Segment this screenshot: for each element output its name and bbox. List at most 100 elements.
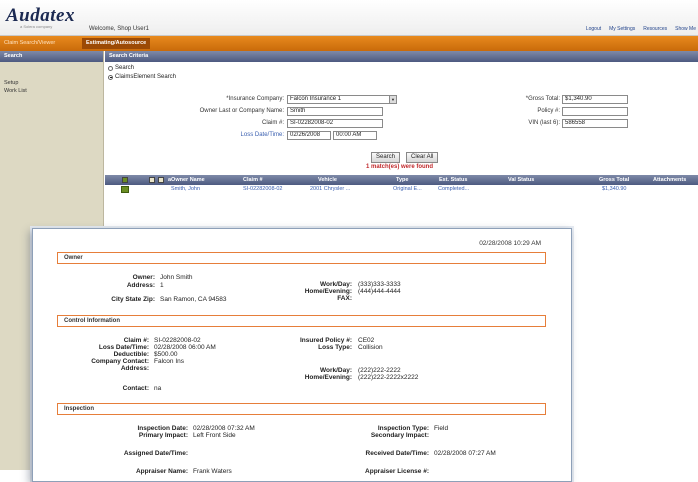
radio-search-option[interactable]: Search [108, 65, 134, 71]
insured-policy-value: CE02 [358, 337, 375, 344]
sidebar-item-setup[interactable]: Setup [0, 79, 103, 87]
control-home-label: Home/Evening: [304, 374, 352, 381]
insurance-company-value: Falcon Insurance 1 [290, 96, 342, 102]
inspection-date-label: Inspection Date: [137, 425, 188, 432]
section-owner-header: Owner [57, 252, 546, 264]
city-state-zip-value: San Ramon, CA 94583 [160, 296, 227, 303]
col-attachments[interactable]: Attachments [653, 177, 686, 183]
col-vehicle[interactable]: Vehicle [318, 177, 337, 183]
policy-number-label: Policy #: [537, 108, 560, 114]
loss-date-input[interactable]: 02/26/2008 [287, 131, 331, 140]
control-home-value: (222)222-2222x2222 [358, 374, 419, 381]
sidebar-item-search[interactable]: Search [0, 51, 103, 62]
attachment-icon [122, 177, 128, 183]
owner-address-value: 1 [160, 282, 164, 289]
col-est-status[interactable]: Est. Status [439, 177, 467, 183]
section-inspection-header: Inspection [57, 403, 546, 415]
search-button[interactable]: Search [371, 152, 401, 163]
col-owner-name[interactable]: aOwner Name [168, 177, 205, 183]
owner-name-label: Owner Last or Company Name: [199, 108, 284, 114]
tab-estimating-autosource[interactable]: Estimating/Autosource [82, 38, 151, 49]
radio-claims-element-option[interactable]: ClaimsElement Search [108, 74, 176, 80]
vin-label: VIN (last 6): [528, 120, 560, 126]
owner-work-label: Work/Day: [319, 281, 352, 288]
owner-home-value: (444)444-4444 [358, 288, 401, 295]
owner-address-label: Address: [126, 282, 155, 289]
report-datetime: 02/28/2008 10:29 AM [479, 240, 541, 247]
contact-label: Contact: [122, 385, 149, 392]
company-contact-label: Company Contact: [91, 358, 149, 365]
owner-fax-label: FAX: [337, 295, 352, 302]
control-claim-label: Claim #: [123, 337, 149, 344]
loss-date-time-label: Loss Date/Time: [240, 132, 284, 138]
main-tab-bar: Claim Search/Viewer Estimating/Autosourc… [0, 36, 698, 51]
gross-total-label: *Gross Total: [525, 96, 560, 102]
logout-link[interactable]: Logout [586, 26, 601, 32]
company-contact-value: Falcon Ins [154, 358, 184, 365]
loss-type-label: Loss Type: [318, 344, 352, 351]
row-type[interactable]: Original E... [393, 186, 422, 192]
chevron-down-icon[interactable]: ▼ [389, 96, 396, 103]
control-loss-value: 02/28/2008 06:00 AM [154, 344, 216, 351]
appraiser-name-label: Appraiser Name: [135, 468, 188, 475]
owner-value: John Smith [160, 274, 193, 281]
row-gross-total[interactable]: $1,340.90 [602, 186, 626, 192]
tab-claim-search-viewer[interactable]: Claim Search/Viewer [0, 38, 59, 49]
insurance-company-label: *Insurance Company: [226, 96, 284, 102]
row-owner-name[interactable]: Smith, John [171, 186, 200, 192]
received-date-label: Received Date/Time: [365, 450, 429, 457]
insured-policy-label: Insured Policy #: [299, 337, 352, 344]
radio-search[interactable] [108, 65, 113, 71]
col-val-status[interactable]: Val Status [508, 177, 534, 183]
logo-tagline: a Solera company [20, 24, 53, 29]
resources-link[interactable]: Resources [643, 26, 667, 32]
row-claim-number[interactable]: SI-02282008-02 [243, 186, 282, 192]
inspection-type-value: Field [434, 425, 449, 432]
welcome-text: Welcome, Shop User1 [89, 26, 149, 32]
row-vehicle[interactable]: 2001 Chrysler ... [310, 186, 350, 192]
clear-all-button[interactable]: Clear All [406, 152, 439, 163]
logo-wordmark: Audatex [6, 5, 75, 26]
control-loss-label: Loss Date/Time: [98, 344, 149, 351]
insurance-company-select[interactable]: Falcon Insurance 1 ▼ [287, 95, 397, 104]
primary-impact-value: Left Front Side [193, 432, 236, 439]
vin-input[interactable]: 586558 [562, 119, 628, 128]
owner-work-value: (333)333-3333 [358, 281, 401, 288]
estimate-icon[interactable] [121, 186, 129, 193]
control-work-label: Work/Day: [319, 367, 352, 374]
owner-label: Owner: [132, 274, 155, 281]
appraiser-name-value: Frank Waters [193, 468, 232, 475]
flag-icon [149, 177, 155, 183]
col-type[interactable]: Type [396, 177, 408, 183]
deductible-label: Deductible: [113, 351, 149, 358]
owner-home-label: Home/Evening: [304, 288, 352, 295]
claim-report-document: 02/28/2008 10:29 AM Owner Owner: John Sm… [32, 228, 572, 482]
policy-number-input[interactable] [562, 107, 628, 116]
match-count-message: 1 match(es) were found [366, 164, 434, 170]
my-settings-link[interactable]: My Settings [609, 26, 635, 32]
loss-time-input[interactable]: 00:00 AM [333, 131, 377, 140]
claim-number-input[interactable]: SI-02282008-02 [287, 119, 383, 128]
col-claim-number[interactable]: Claim # [243, 177, 263, 183]
search-criteria-header: Search Criteria [105, 51, 698, 62]
sidebar-item-work-list[interactable]: Work List [0, 87, 103, 95]
received-date-value: 02/28/2008 07:27 AM [434, 450, 496, 457]
inspection-date-value: 02/28/2008 07:32 AM [193, 425, 255, 432]
contact-value: na [154, 385, 162, 392]
top-header: Audatex a Solera company Welcome, Shop U… [0, 0, 698, 36]
primary-impact-label: Primary Impact: [138, 432, 188, 439]
gross-total-input[interactable]: $1,340.90 [562, 95, 628, 104]
owner-name-input[interactable]: Smith [287, 107, 383, 116]
row-est-status[interactable]: Completed... [438, 186, 469, 192]
control-claim-value: SI-02282008-02 [154, 337, 201, 344]
note-icon [158, 177, 164, 183]
appraiser-license-label: Appraiser License #: [365, 468, 429, 475]
table-row[interactable]: Smith, John SI-02282008-02 2001 Chrysler… [105, 185, 698, 194]
section-control-information-header: Control Information [57, 315, 546, 327]
show-me-link[interactable]: Show Me [675, 26, 696, 32]
radio-search-label: Search [115, 65, 135, 71]
control-address-label: Address: [120, 365, 149, 372]
radio-claims-element[interactable] [108, 74, 113, 80]
col-gross-total[interactable]: Gross Total [599, 177, 629, 183]
radio-claims-element-label: ClaimsElement Search [115, 74, 177, 80]
